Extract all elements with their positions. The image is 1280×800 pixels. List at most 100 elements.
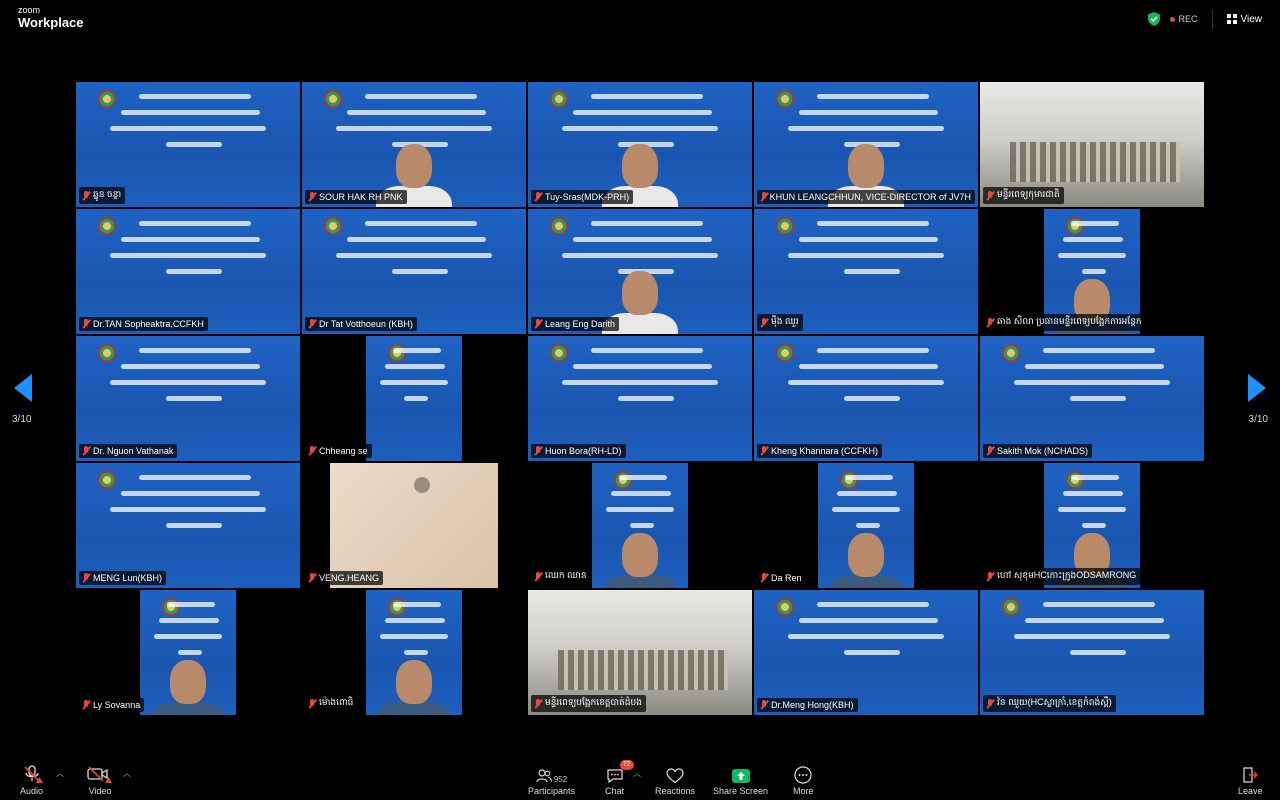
next-page-arrow-icon[interactable] (1248, 374, 1266, 402)
participant-name: Chheang se (319, 446, 368, 456)
previous-page-arrow-icon[interactable] (14, 374, 32, 402)
ministry-logo-icon (98, 90, 116, 108)
participant-tile[interactable]: SOUR HAK RH PNK (302, 82, 526, 207)
participant-tile[interactable]: Dr.Meng Hong(KBH) (754, 590, 978, 715)
participant-name-tag: Chheang se (305, 444, 372, 458)
participant-name: Kheng Khannara (CCFKH) (771, 446, 879, 456)
ministry-logo-icon (98, 217, 116, 235)
ministry-logo-icon (550, 90, 568, 108)
audio-label: Audio (20, 786, 44, 796)
shared-slide (76, 209, 300, 334)
microphone-muted-icon (308, 319, 316, 329)
ministry-logo-icon (98, 344, 116, 362)
participants-count: 952 (553, 775, 568, 784)
security-shield-icon[interactable] (1148, 12, 1161, 26)
participant-name: ឈេក ឈាន (545, 570, 587, 580)
participant-name-tag: មន្ទីរពេទ្យបង្អែកខេត្តបាត់ដំបង (531, 695, 646, 712)
chat-unread-badge: 72 (619, 760, 634, 770)
chat-options-caret-icon[interactable]: ︿ (633, 768, 641, 779)
participant-tile[interactable]: Dr Tat Votthoeun (KBH) (302, 209, 526, 334)
participant-tile[interactable]: Tuy-Sras(MDK-PRH) (528, 82, 752, 207)
participant-name: Da Ren (771, 573, 802, 583)
shared-slide (754, 590, 978, 715)
participant-tile[interactable]: Kheng Khannara (CCFKH) (754, 336, 978, 461)
participants-button[interactable]: 952 Participants (528, 764, 575, 796)
ministry-logo-icon (1066, 471, 1084, 489)
ministry-logo-icon (1002, 344, 1020, 362)
brand-big: Workplace (18, 15, 84, 30)
microphone-muted-icon (308, 446, 316, 456)
participant-name: Sakith Mok (NCHADS) (997, 446, 1089, 456)
ministry-logo-icon (614, 471, 632, 489)
rec-label: REC (1178, 14, 1198, 24)
microphone-muted-icon (82, 700, 90, 710)
participant-tile[interactable]: ឈេក ឈាន (528, 463, 752, 588)
participant-name-tag: Tuy-Sras(MDK-PRH) (531, 190, 634, 204)
participant-tile[interactable]: Ly Sovanna (76, 590, 300, 715)
share-screen-button[interactable]: Share Screen (713, 764, 768, 796)
reactions-button[interactable]: Reactions (655, 764, 695, 796)
participant-tile[interactable]: Chheang se (302, 336, 526, 461)
participant-tile[interactable]: Dr.TAN Sopheaktra,CCFKH (76, 209, 300, 334)
participant-tile[interactable]: Dr. Nguon Vathanak (76, 336, 300, 461)
microphone-muted-icon (308, 698, 316, 709)
participant-tile[interactable]: វ៉ន ឈួយ(HCស្លាក្រាំ,ខេត្តកំពង់ស្ពឺ) (980, 590, 1204, 715)
heart-icon (666, 768, 684, 784)
ministry-logo-icon (1066, 217, 1084, 235)
participant-tile[interactable]: មន្ទីរពេទ្យកុមារជាតិ (980, 82, 1204, 207)
participant-name-tag: ឆ្នូន ចន្ថា (79, 187, 126, 204)
participant-tile[interactable]: ឆាង សិលា ប្រធានមន្ទីរពេទ្យបង្អែកការអន្តែ… (980, 209, 1204, 334)
top-bar: zoom Workplace REC View (0, 0, 1280, 36)
participant-name-tag: Dr. Nguon Vathanak (79, 444, 178, 458)
participant-tile[interactable]: Sakith Mok (NCHADS) (980, 336, 1204, 461)
video-gallery: ឆ្នូន ចន្ថា SOUR HAK RH PNK Tuy-Sras(MDK… (76, 82, 1204, 716)
participant-name-tag: ហៅ សុខុមHCកោះក្រូងODSAMRONG (983, 568, 1141, 585)
leave-button[interactable]: Leave (1238, 764, 1263, 796)
ministry-logo-icon (776, 598, 794, 616)
ministry-logo-icon (776, 217, 794, 235)
recording-indicator[interactable]: REC (1170, 14, 1198, 24)
person-face (396, 144, 432, 188)
participant-name-tag: Ly Sovanna (79, 698, 145, 712)
audio-button[interactable]: Audio (20, 764, 43, 796)
ministry-logo-icon (550, 344, 568, 362)
shared-slide (302, 209, 526, 334)
participant-tile[interactable]: VENG.HEANG (302, 463, 526, 588)
participant-tile[interactable]: ឆ្នូន ចន្ថា (76, 82, 300, 207)
ministry-logo-icon (388, 344, 406, 362)
microphone-muted-icon (760, 317, 768, 328)
microphone-muted-icon (534, 571, 542, 582)
microphone-muted-icon (760, 446, 768, 456)
more-button[interactable]: More (793, 764, 814, 796)
participant-name-tag: ឈេក ឈាន (531, 568, 591, 585)
ministry-logo-icon (776, 344, 794, 362)
leave-label: Leave (1238, 786, 1263, 796)
participant-name-tag: Dr.Meng Hong(KBH) (757, 698, 858, 712)
page-indicator-right: 3/10 (1248, 414, 1268, 425)
participant-tile[interactable]: KHUN LEANGCHHUN, VICE-DIRECTOR of JV7H (754, 82, 978, 207)
participant-tile[interactable]: MENG Lun(KBH) (76, 463, 300, 588)
ministry-logo-icon (840, 471, 858, 489)
audio-options-caret-icon[interactable]: ︿ (56, 768, 64, 779)
participant-name: Leang Eng Darith (545, 319, 616, 329)
meeting-toolbar: Audio ︿ Video ︿ 952 Participants 72 Chat… (0, 760, 1280, 800)
video-options-caret-icon[interactable]: ︿ (123, 768, 131, 779)
chat-button[interactable]: 72 Chat (605, 760, 634, 796)
participant-tile[interactable]: ហៅ សុខុមHCកោះក្រូងODSAMRONG (980, 463, 1204, 588)
microphone-muted-icon (534, 192, 542, 202)
brand-small: zoom (18, 5, 41, 15)
participant-tile[interactable]: Leang Eng Darith (528, 209, 752, 334)
video-button[interactable]: Video (86, 764, 114, 796)
participant-name: VENG.HEANG (319, 573, 380, 583)
person-face (396, 660, 432, 704)
participant-name: មន្ទីរពេទ្យបង្អែកខេត្តបាត់ដំបង (545, 697, 642, 707)
participant-tile[interactable]: ម៉ឹង ឈួរ (754, 209, 978, 334)
participant-tile[interactable]: Huon Bora(RH-LD) (528, 336, 752, 461)
participant-tile[interactable]: ម៉ោងពោធិ (302, 590, 526, 715)
view-button[interactable]: View (1226, 14, 1262, 25)
participant-tile[interactable]: Da Ren (754, 463, 978, 588)
person-face (170, 660, 206, 704)
ceiling-light-icon (414, 477, 430, 493)
microphone-muted-icon (308, 192, 316, 202)
participant-tile[interactable]: មន្ទីរពេទ្យបង្អែកខេត្តបាត់ដំបង (528, 590, 752, 715)
